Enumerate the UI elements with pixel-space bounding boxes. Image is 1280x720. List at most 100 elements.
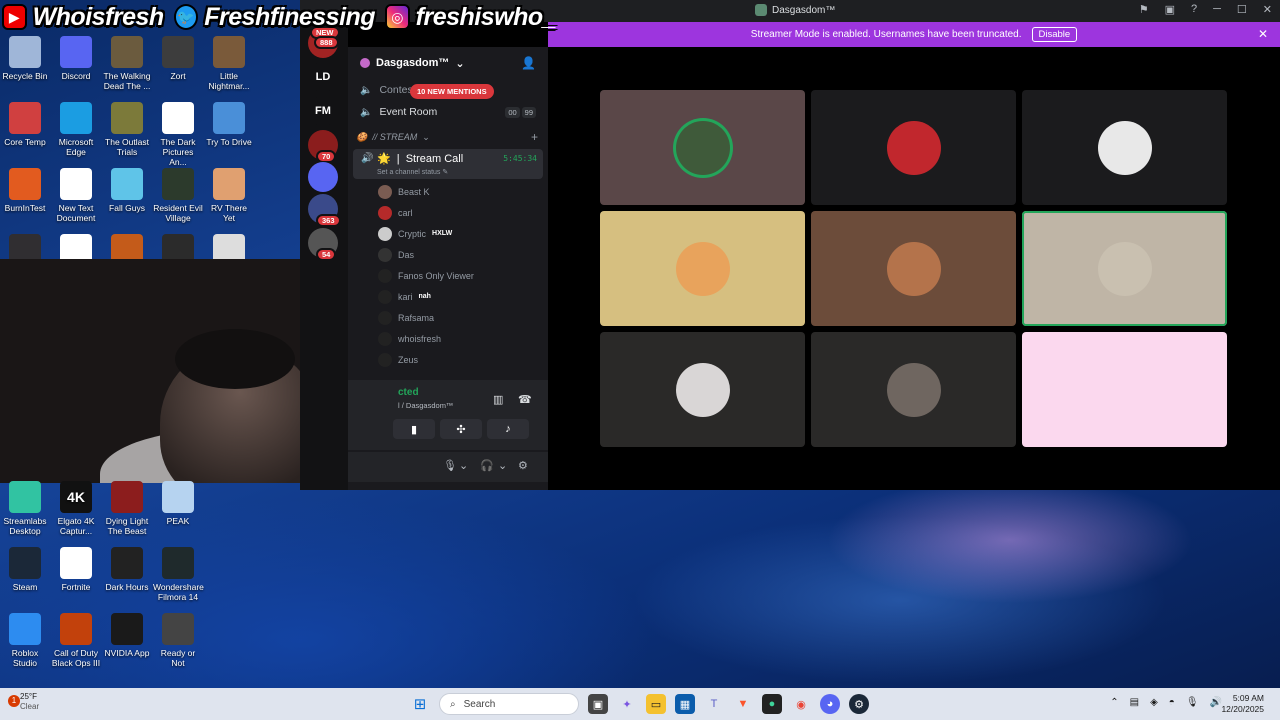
voice-member[interactable]: carl [348, 202, 548, 223]
weather-widget[interactable]: 1 25°F Clear [8, 692, 40, 712]
server-header[interactable]: Dasgasdom™ ⌄ 👤 [348, 47, 548, 79]
new-mentions-badge[interactable]: 10 NEW MENTIONS [410, 84, 494, 99]
participant-tile[interactable] [811, 211, 1016, 326]
close-banner-icon[interactable]: ✕ [1258, 27, 1268, 41]
flame-icon [9, 168, 41, 200]
server-icon[interactable] [308, 162, 338, 192]
weather-condition: Clear [20, 702, 40, 711]
chevron-down-icon[interactable]: ⌄ [498, 459, 507, 472]
camera-button[interactable]: ▮ [393, 419, 435, 439]
inbox-icon[interactable]: ▣ [1165, 3, 1175, 16]
desktop-icon[interactable]: Core Temp [0, 102, 50, 147]
desktop-icon[interactable]: Microsoft Edge [51, 102, 101, 157]
invite-people-icon[interactable]: 👤 [521, 56, 536, 70]
category-stream[interactable]: 🍪 // STREAM ⌄ + [348, 125, 548, 149]
desktop-icon[interactable]: Roblox Studio [0, 613, 50, 668]
chevron-down-icon[interactable]: ⌄ [459, 459, 468, 472]
noise-suppression-icon[interactable]: ▥ [493, 393, 503, 406]
desktop-icon[interactable]: Ready or Not [153, 613, 203, 668]
show-hidden-icons[interactable]: ⌃ [1110, 697, 1118, 708]
minimize-button[interactable]: ─ [1213, 3, 1221, 16]
microphone-tray-icon[interactable]: 🎙 [1186, 697, 1199, 708]
windows-start-icon[interactable]: ⊞ [410, 694, 430, 714]
participant-tile[interactable] [1022, 211, 1227, 326]
tray-app-icon[interactable]: ▤ [1130, 697, 1139, 708]
voice-member[interactable]: Fanos Only Viewer [348, 265, 548, 286]
desktop-icon[interactable]: Dying Light The Beast [102, 481, 152, 536]
desktop-icon[interactable]: Dark Hours [102, 547, 152, 592]
voice-member[interactable]: kari nah [348, 286, 548, 307]
soundboard-button[interactable]: ♪ [487, 419, 529, 439]
voice-member[interactable]: Beast K [348, 181, 548, 202]
desktop-icon[interactable]: The Walking Dead The ... [102, 36, 152, 91]
participant-tile[interactable] [1022, 90, 1227, 205]
desktop-icon[interactable]: NVIDIA App [102, 613, 152, 658]
channel-event-room[interactable]: 🔈 Event Room 00 99 [348, 101, 548, 123]
desktop-icon[interactable]: Streamlabs Desktop [0, 481, 50, 536]
disconnect-icon[interactable]: ☎ [518, 393, 532, 406]
activities-button[interactable]: ✣ [440, 419, 482, 439]
discord-taskbar-icon[interactable]: ◕ [820, 694, 840, 714]
desktop-icon[interactable]: Discord [51, 36, 101, 81]
desktop-icon[interactable]: PEAK [153, 481, 203, 526]
voice-member[interactable]: Zeus [348, 349, 548, 370]
desktop-icon[interactable]: The Outlast Trials [102, 102, 152, 157]
desktop-icon[interactable]: Fall Guys [102, 168, 152, 213]
network-icon[interactable]: ◓ [1169, 697, 1175, 708]
disable-streamer-mode-button[interactable]: Disable [1031, 27, 1078, 42]
add-channel-icon[interactable]: + [531, 130, 538, 144]
voice-member[interactable]: Das [348, 244, 548, 265]
taskbar-search[interactable]: ⌕ Search [439, 693, 579, 715]
clock[interactable]: 5:09 AM 12/20/2025 [1221, 693, 1264, 715]
participant-tile[interactable] [811, 90, 1016, 205]
participant-tile[interactable] [811, 332, 1016, 447]
microphone-icon[interactable]: 🎙 [443, 459, 457, 472]
desktop-icon[interactable]: New Text Document [51, 168, 101, 223]
voice-member[interactable]: Cryptic HXLW [348, 223, 548, 244]
help-icon[interactable]: ? [1191, 3, 1197, 16]
game-icon [162, 613, 194, 645]
desktop-icon[interactable]: Wondershare Filmora 14 [153, 547, 204, 602]
terminal-icon[interactable]: ● [762, 694, 782, 714]
server-icon[interactable]: LD [308, 62, 338, 92]
desktop-icon[interactable]: Recycle Bin [0, 36, 50, 81]
voice-member[interactable]: whoisfresh [348, 328, 548, 349]
desktop-icon[interactable]: BurnInTest [0, 168, 50, 213]
voice-location[interactable]: l / Dasgasdom™ [398, 401, 453, 410]
security-icon[interactable]: ◈ [1150, 697, 1158, 708]
desktop-icon[interactable]: Zort [153, 36, 203, 81]
voice-member[interactable]: Rafsama [348, 307, 548, 328]
channel-status[interactable]: Set a channel status ✎ [377, 168, 448, 176]
avatar [378, 247, 392, 262]
flag-icon[interactable]: ⚑ [1139, 3, 1149, 16]
desktop-icon[interactable]: The Dark Pictures An... [153, 102, 203, 167]
desktop-icon[interactable]: Try To Drive [204, 102, 254, 147]
store-icon[interactable]: ▦ [675, 694, 695, 714]
desktop-icon[interactable]: Call of Duty Black Ops III [51, 613, 101, 668]
steam-taskbar-icon[interactable]: ⚙ [849, 694, 869, 714]
chrome-icon[interactable]: ◉ [791, 694, 811, 714]
file-explorer-icon[interactable]: ▭ [646, 694, 666, 714]
settings-gear-icon[interactable]: ⚙ [518, 459, 528, 472]
voice-connected-label[interactable]: cted [398, 387, 419, 398]
headphones-icon[interactable]: 🎧 [480, 459, 494, 472]
task-view-icon[interactable]: ▣ [588, 694, 608, 714]
brave-icon[interactable]: ▼ [733, 694, 753, 714]
participant-tile[interactable] [1022, 332, 1227, 447]
participant-tile[interactable] [600, 90, 805, 205]
teams-icon[interactable]: T [704, 694, 724, 714]
participant-tile[interactable] [600, 332, 805, 447]
channel-stream-call[interactable]: 🔊 🌟 | Stream Call 5:45:34 Set a channel … [353, 149, 543, 179]
desktop-icon[interactable]: Steam [0, 547, 50, 592]
desktop-icon[interactable]: 4K Elgato 4K Captur... [51, 481, 101, 536]
copilot-icon[interactable]: ✦ [617, 694, 637, 714]
participant-tile[interactable] [600, 211, 805, 326]
maximize-button[interactable]: ☐ [1237, 3, 1247, 16]
desktop-icon[interactable]: RV There Yet [204, 168, 254, 223]
desktop-icon[interactable]: Fortnite [51, 547, 101, 592]
desktop-icon[interactable]: Resident Evil Village [153, 168, 203, 223]
desktop-icon[interactable]: Little Nightmar... [204, 36, 254, 91]
close-window-button[interactable]: ✕ [1263, 3, 1272, 16]
volume-icon[interactable]: 🔊 [1210, 697, 1222, 708]
server-icon[interactable]: FM [308, 96, 338, 126]
